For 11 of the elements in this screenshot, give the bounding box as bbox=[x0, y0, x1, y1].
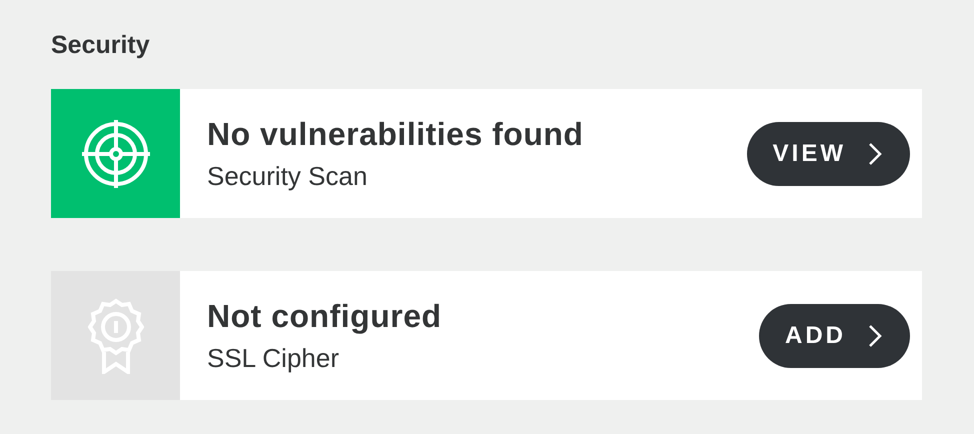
section-title: Security bbox=[51, 30, 151, 61]
item-name: SSL Cipher bbox=[207, 342, 340, 374]
target-icon bbox=[80, 118, 152, 190]
action-button[interactable]: VIEW bbox=[746, 122, 910, 186]
action-button[interactable]: ADD bbox=[759, 304, 910, 368]
award-icon bbox=[88, 298, 144, 374]
chevron-right-icon bbox=[868, 142, 882, 166]
chevron-right-icon bbox=[868, 324, 882, 348]
item-name: Security Scan bbox=[207, 160, 368, 192]
status-title: Not configured bbox=[207, 296, 443, 336]
status-title: No vulnerabilities found bbox=[207, 114, 584, 154]
